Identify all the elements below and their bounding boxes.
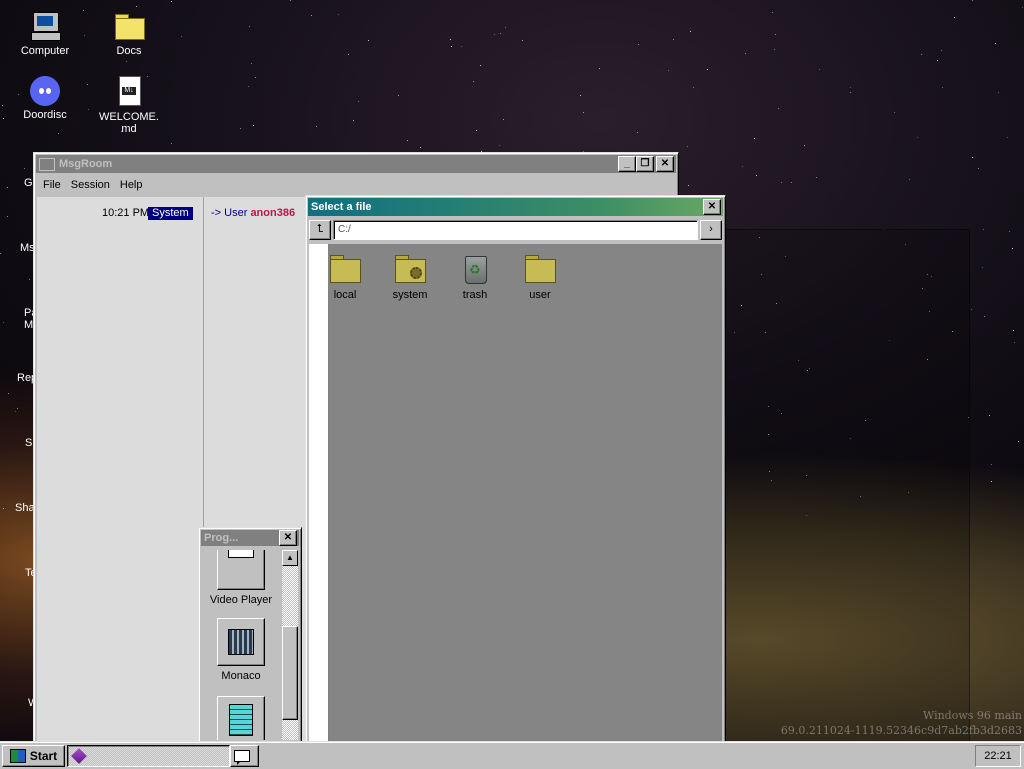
file-item-label: trash [462,289,488,301]
msgroom-titlebar[interactable]: MsgRoom _ ❐ ✕ [36,155,676,173]
trash-icon [459,254,491,284]
start-logo-icon [9,749,26,763]
message-prefix: -> User [211,207,251,219]
video-player-icon [217,550,265,590]
desktop-icon-docs[interactable]: Docs [97,10,161,57]
desktop-icon-label: Doordisc [23,109,67,121]
monaco-icon [217,618,265,666]
file-item-label: system [392,289,428,301]
desktop-icon-computer[interactable]: Computer [13,10,77,57]
close-button[interactable]: ✕ [656,156,674,172]
path-bar: ⮤ C:/ › [309,219,722,241]
up-directory-button[interactable]: ⮤ [309,220,331,240]
build-watermark-line1: Windows 96 main [922,709,1022,722]
file-list[interactable]: local system trash user [309,244,722,751]
desktop-icon-doordisc[interactable]: Doordisc [13,76,77,121]
minimize-button[interactable]: _ [618,156,636,172]
cube-icon [71,748,87,764]
message-text: -> User anon386 [211,207,295,219]
folder-icon [524,254,556,284]
folder-icon [329,254,361,284]
window-title: MsgRoom [59,158,113,170]
discord-icon [30,76,60,106]
programs-titlebar[interactable]: Prog... ✕ [201,530,299,546]
taskbar-item-msgroom[interactable] [230,745,259,767]
background-window-shadow [722,229,970,743]
scroll-up-button[interactable]: ▲ [282,550,298,566]
system-folder-icon [394,254,426,284]
taskbar-clock: 22:21 [975,745,1021,767]
markdown-file-icon: M↓ [113,76,145,108]
select-file-dialog[interactable]: Select a file ✕ ⮤ C:/ › local system tra… [305,195,726,752]
close-button[interactable]: ✕ [703,199,721,215]
desktop-icon-label-partial[interactable]: G [24,177,33,189]
desktop-icon-label: WELCOME.md [99,111,159,135]
computer-icon [29,10,61,42]
notepad-icon [217,696,265,740]
dialog-titlebar[interactable]: Select a file ✕ [308,198,723,216]
program-label: Monaco [221,670,261,682]
path-input[interactable]: C:/ [333,220,698,240]
window-title: Select a file [311,201,372,213]
folder-icon [113,10,145,42]
close-button[interactable]: ✕ [279,530,297,546]
message-username[interactable]: anon386 [250,207,295,219]
message-meta-column: 10:21 PM System [37,197,204,753]
file-item-label: user [529,289,551,301]
scroll-thumb[interactable] [282,626,298,720]
program-item-monaco[interactable]: Monaco [206,618,276,682]
program-label: Video Player [209,594,273,606]
desktop-icon-welcome[interactable]: M↓ WELCOME.md [97,76,161,135]
start-button[interactable]: Start [2,745,65,767]
desktop-icon-label-partial[interactable]: S [25,437,32,449]
program-item-video-player[interactable]: Video Player [206,550,276,606]
menu-session[interactable]: Session [66,177,115,193]
file-item-trash[interactable]: trash [445,254,505,301]
message-timestamp: 10:21 PM [102,207,150,219]
menubar: File Session Help [34,175,678,195]
desktop-icon-label-partial[interactable]: M [24,319,33,331]
file-item-user[interactable]: user [510,254,570,301]
file-item-local[interactable]: local [315,254,375,301]
restore-button[interactable]: ❐ [636,156,654,172]
go-button[interactable]: › [700,220,722,240]
file-item-label: local [333,289,357,301]
file-item-system[interactable]: system [380,254,440,301]
message-sender-badge: System [148,207,193,220]
desktop-icon-label: Computer [20,45,70,57]
sidebar-pane [309,244,329,751]
taskbar: Start 22:21 [0,741,1024,769]
window-title: Prog... [204,532,239,544]
menu-file[interactable]: File [38,177,66,193]
chat-icon [39,157,55,171]
program-item-notepad[interactable] [206,696,276,740]
menu-help[interactable]: Help [115,177,148,193]
program-list: Video Player Monaco [202,550,282,740]
chat-icon [234,750,250,765]
build-watermark-line2: 69.0.211024-1119.52346c9d7ab2fb3d2683 [780,724,1022,737]
start-label: Start [29,749,58,763]
desktop-icon-label: Docs [116,45,142,57]
desktop-icon-label-partial[interactable]: Sha [15,502,35,514]
vertical-scrollbar[interactable]: ▲ [282,550,298,740]
programs-window[interactable]: Prog... ✕ Video Player Monaco ▲ [198,527,302,744]
taskbar-item-cube-app[interactable] [67,745,230,767]
